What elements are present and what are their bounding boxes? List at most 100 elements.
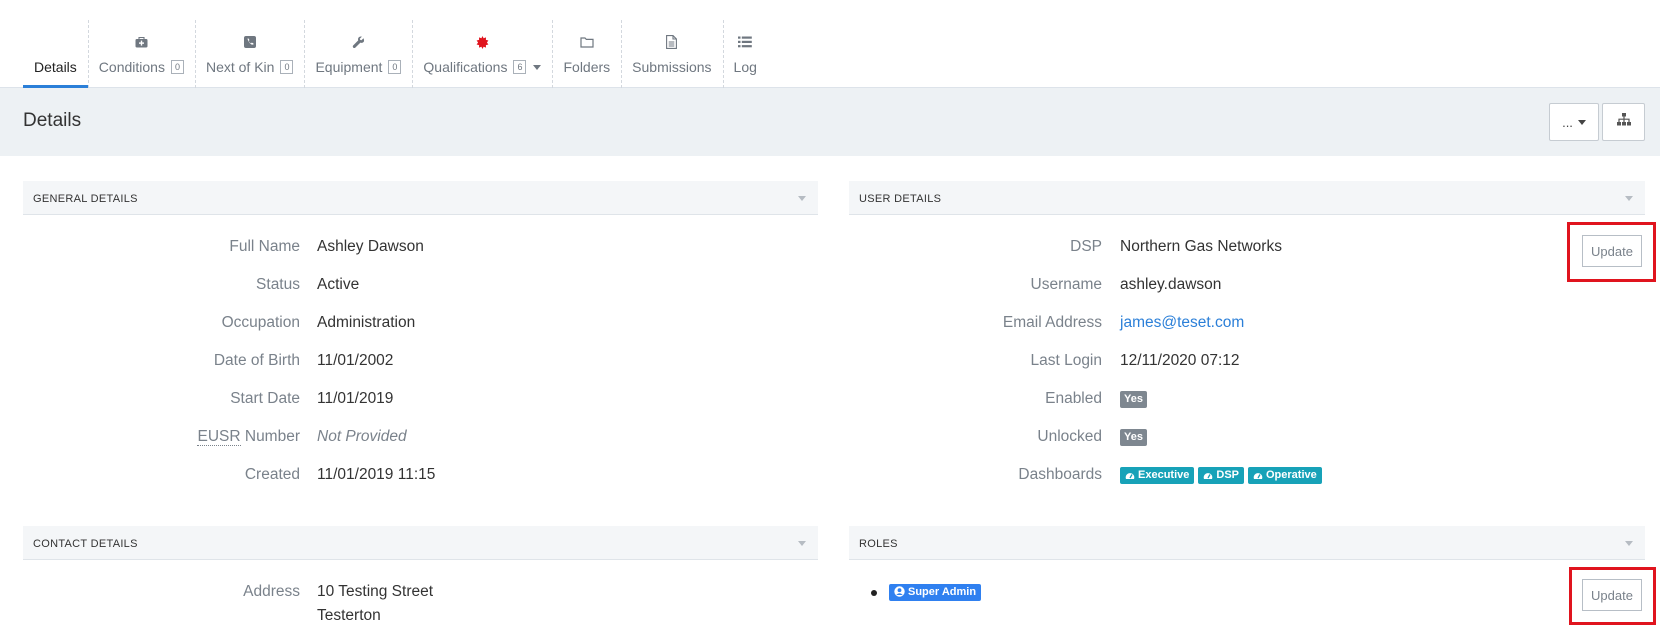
tab-label: Next of Kin [205,59,275,75]
field-label: DSP [1070,238,1102,255]
user-circle-icon [894,586,905,598]
tab-qualifications[interactable]: Qualifications 6 [412,20,552,88]
tab-equipment[interactable]: Equipment 0 [304,20,412,88]
general-details-header[interactable]: GENERAL DETAILS [23,181,818,215]
chevron-down-icon[interactable] [798,196,806,201]
email-link[interactable]: james@teset.com [1120,314,1244,332]
tab-submissions[interactable]: Submissions [621,20,722,88]
date-of-birth-value: 11/01/2002 [317,352,394,369]
field-label: Start Date [230,390,300,407]
dashboard-badge[interactable]: Operative [1248,467,1322,485]
tab-conditions[interactable]: Conditions 0 [87,20,195,88]
tab-log[interactable]: Log [722,20,768,88]
tachometer-icon [1125,473,1135,480]
full-name-value: Ashley Dawson [317,238,424,255]
chevron-down-icon[interactable] [533,64,542,70]
start-date-value: 11/01/2019 [317,390,394,407]
update-roles-button[interactable]: Update [1582,579,1642,611]
username-value: ashley.dawson [1120,276,1222,293]
field-row: Status [0,273,300,297]
count-badge: 6 [513,60,527,74]
field-row: Start Date [0,387,300,411]
sitemap-icon [1616,113,1631,131]
tab-folders[interactable]: Folders [552,20,621,88]
field-row: Unlocked [849,425,1102,449]
roles-header[interactable]: ROLES [849,526,1645,560]
field-row: EUSR Number [0,425,300,449]
tab-next-of-kin[interactable]: Next of Kin 0 [194,20,305,88]
field-label: Dashboards [1018,466,1102,483]
chevron-down-icon[interactable] [1625,196,1633,201]
status-value: Active [317,276,360,293]
role-item: Super Admin [889,584,982,602]
page-title: Details [23,110,82,131]
field-label: Unlocked [1037,428,1102,445]
medkit-icon [135,30,148,54]
field-label: Last Login [1030,352,1102,369]
count-badge: 0 [170,60,184,74]
chevron-down-icon[interactable] [798,541,806,546]
tab-label: Folders [563,59,611,75]
update-user-button[interactable]: Update [1582,235,1642,267]
created-value: 11/01/2019 11:15 [317,466,436,483]
dashboard-badge[interactable]: DSP [1198,467,1244,485]
field-label: Occupation [221,314,300,331]
tab-label: Qualifications [423,59,508,75]
field-label: Date of Birth [213,352,300,369]
field-row: Last Login [849,349,1102,373]
occupation-value: Administration [317,314,416,331]
tab-label: Conditions [98,59,165,75]
contact-details-header[interactable]: CONTACT DETAILS [23,526,818,560]
role-badge: Super Admin [889,584,982,602]
chevron-down-icon [1577,119,1586,125]
more-actions-button[interactable]: ... [1549,103,1599,141]
field-row: Dashboards [849,463,1102,487]
dsp-value: Northern Gas Networks [1120,238,1282,255]
field-row: DSP [849,235,1102,259]
chevron-down-icon[interactable] [1625,541,1633,546]
dashboard-badges: Executive DSP Operative [1120,467,1326,485]
field-label: EUSR Number [197,428,300,446]
wrench-icon [352,30,365,54]
field-label: Address [243,583,300,600]
unlocked-badge: Yes [1120,429,1147,447]
tachometer-icon [1253,473,1263,480]
hierarchy-button[interactable] [1602,103,1645,141]
certificate-icon [476,30,489,54]
field-label: Created [244,466,300,483]
field-label: Username [1030,276,1103,293]
user-details-header[interactable]: USER DETAILS [849,181,1645,215]
tab-label: Equipment [315,59,383,75]
field-label: Status [256,276,300,293]
tab-details[interactable]: Details [23,20,88,88]
count-badge: 0 [280,60,294,74]
field-row: Address [0,580,300,604]
tab-bar: Details Conditions 0 Next of Kin 0 Equipme… [0,0,1660,88]
tab-label: Details [34,59,77,75]
tab-label: Submissions [632,59,712,75]
field-row: Enabled [849,387,1102,411]
section-title: ROLES [859,538,898,550]
tabs: Details Conditions 0 Next of Kin 0 Equipme… [23,20,768,88]
field-row: Date of Birth [0,349,300,373]
page-header: Details ... [0,88,1660,156]
field-row: Email Address [849,311,1102,335]
more-label: ... [1562,114,1573,130]
field-label: Full Name [229,238,300,255]
list-icon [738,30,753,54]
field-row: Occupation [0,311,300,335]
dashboard-badge[interactable]: Executive [1120,467,1195,485]
file-icon [666,30,678,54]
eusr-number-value: Not Provided [317,428,407,445]
tachometer-icon [1204,473,1213,480]
field-row: Created [0,463,300,487]
section-title: CONTACT DETAILS [33,538,138,550]
section-title: GENERAL DETAILS [33,193,138,205]
address-line-1: 10 Testing Street [317,583,434,600]
enabled-badge: Yes [1120,391,1147,409]
field-row: Username [849,273,1103,297]
tab-label: Log [733,59,757,75]
section-title: USER DETAILS [859,193,942,205]
eusr-abbreviation[interactable]: EUSR [197,428,241,446]
count-badge: 0 [388,60,402,74]
